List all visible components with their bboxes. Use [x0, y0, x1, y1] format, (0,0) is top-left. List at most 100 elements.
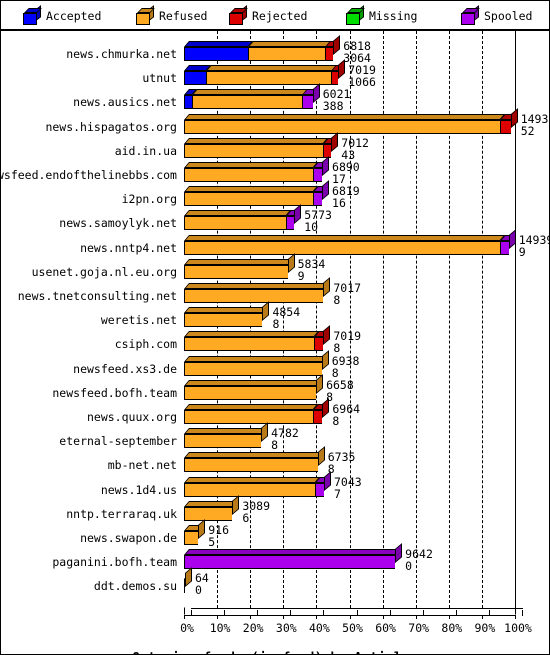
x-tick-label: 30%: [275, 621, 297, 635]
bar-segment-spooled: [313, 192, 322, 207]
bar-segment-accepted: [184, 71, 206, 86]
x-tick-30: [283, 615, 285, 619]
x-tick-label: 40%: [309, 621, 330, 635]
bar-segment-top-accepted: [184, 41, 253, 47]
bar-secondary-value: 5: [208, 535, 216, 549]
bar-value-labels: 5773 10: [304, 209, 332, 233]
bar-secondary-value: 8: [333, 341, 341, 356]
bar-segment-refused: [184, 531, 199, 545]
x-tick-20: [250, 615, 252, 619]
bar-segment-spooled: [285, 216, 295, 231]
bar-segment-refused: [184, 264, 288, 279]
bar-value-labels: 6021 388: [323, 88, 351, 112]
bar-segment-refused: [191, 95, 303, 110]
x-tick-label: 0%: [180, 621, 194, 635]
bar-secondary-value: 8: [332, 414, 340, 428]
bar-segment-top-refused: [184, 137, 328, 144]
x-tick-50: [349, 615, 351, 619]
y-axis-label: news.swapon.de: [80, 531, 177, 545]
bar-secondary-value: 8: [271, 438, 279, 453]
x-tick-100: [515, 615, 516, 619]
bar-secondary-value: 8: [272, 317, 280, 332]
bar-value-labels: 7043 7: [334, 476, 362, 500]
legend-item-accepted: Accepted: [23, 4, 102, 26]
bar-secondary-value: 0: [405, 559, 413, 574]
bar-secondary-value: 3064: [343, 51, 371, 65]
x-tick-back-0: [191, 610, 192, 616]
y-axis-label: weretis.net: [100, 313, 177, 328]
bar-secondary-value: 7: [334, 486, 341, 501]
legend-swatch-accepted-icon: [23, 4, 42, 25]
bar-value-labels: 6819 16: [332, 185, 360, 209]
bar-segment-top-refused: [184, 210, 291, 217]
x-tick-back-30: [290, 610, 292, 616]
bar-value-labels: 6890 17: [332, 161, 360, 185]
y-axis-label: newsfeed.xs3.de: [73, 361, 177, 376]
bar-value-labels: 9642 0: [405, 548, 433, 572]
x-axis: 0% 10% 20% 30% 40% 50% 60% 70% 80% 90% 100%: [180, 600, 532, 634]
bar-secondary-value: 6: [242, 510, 250, 525]
bar-value-labels: 14939 9: [518, 232, 550, 258]
bar-value-labels: 6735 8: [328, 451, 356, 475]
legend-swatch-refused-icon: [136, 4, 155, 25]
x-tick-back-70: [422, 610, 424, 616]
legend-label: Missing: [369, 9, 418, 23]
bar-segment-rejected: [500, 119, 511, 134]
bar-total-value: 14939: [518, 232, 550, 247]
x-tick-back-60: [389, 610, 391, 616]
bar-segment-refused: [184, 506, 233, 521]
bar-segment-top-refused: [184, 331, 320, 338]
bar-segment-top-refused: [184, 258, 293, 265]
bar-value-labels: 7019 8: [333, 330, 361, 354]
bar-segment-refused: [184, 458, 318, 473]
legend-item-missing: Missing: [346, 4, 418, 26]
legend-item-refused: Refused: [136, 4, 208, 26]
bar-segment-rejected: [314, 337, 324, 352]
bar-value-labels: 916 5: [208, 524, 229, 548]
bar-segment-top-refused: [247, 41, 331, 47]
y-axis-label: news.chmurka.net: [66, 47, 177, 61]
x-tick-back-100: [522, 610, 523, 616]
legend-label: Accepted: [46, 9, 102, 23]
bar-value-labels: 7019 1066: [348, 64, 376, 88]
bar-segment-top-refused: [184, 500, 238, 507]
bar-secondary-value: 52: [520, 123, 535, 138]
y-axis-label: newsfeed.bofh.team: [52, 385, 177, 400]
bar-segment-refused: [184, 216, 286, 231]
bar-segment-top-refused: [184, 404, 319, 410]
bar-value-labels: 6658 8: [326, 379, 354, 403]
y-axis-label: aid.in.ua: [114, 143, 177, 158]
plot-area: 6818306470191066602138814930527012436890…: [1, 31, 549, 654]
y-axis-label: newsfeed.endofthelinebbs.com: [0, 168, 177, 182]
y-axis-label: mb-net.net: [107, 458, 177, 473]
bar-total-value: 7012: [341, 135, 369, 150]
bar-value-labels: 1493052: [520, 113, 549, 138]
bar-total-value: 6658: [326, 377, 354, 392]
y-axis-label: news.quux.org: [86, 410, 177, 424]
bar-secondary-value: 16: [332, 196, 346, 211]
bar-segment-accepted: [184, 95, 192, 110]
bar-value-labels: 4782 8: [271, 427, 299, 451]
bar-value-labels: 7017 8: [333, 282, 361, 306]
x-tick-label: 60%: [375, 621, 396, 635]
y-axis-label: paganini.bofh.team: [52, 555, 177, 570]
bar-segment-rejected: [313, 410, 323, 424]
x-tick-back-10: [224, 610, 226, 616]
bar-segment-top-refused: [184, 476, 321, 483]
bar-segment-top-refused: [184, 113, 506, 120]
bar-value-labels: 5834 9: [298, 258, 326, 282]
bar-segment-refused: [184, 143, 323, 158]
legend-item-rejected: Rejected: [229, 4, 307, 26]
x-tick-0: [184, 615, 185, 619]
chart-root: Accepted Refused Rejected Missing Spooled 68…: [0, 0, 550, 655]
bar-segment-top-refused: [184, 452, 323, 459]
y-axis-label: nntp.terraraq.uk: [66, 506, 177, 521]
bar-segment-refused: [184, 168, 314, 182]
bar-secondary-value: 388: [322, 99, 344, 114]
y-axis-label: news.nntp4.net: [80, 240, 177, 255]
y-axis-label: i2pn.org: [121, 192, 177, 207]
legend-label: Refused: [159, 9, 208, 23]
x-axis-back-edge: [191, 608, 523, 609]
bar-value-labels: 4854 8: [272, 306, 300, 330]
legend-label: Spooled: [484, 9, 533, 23]
